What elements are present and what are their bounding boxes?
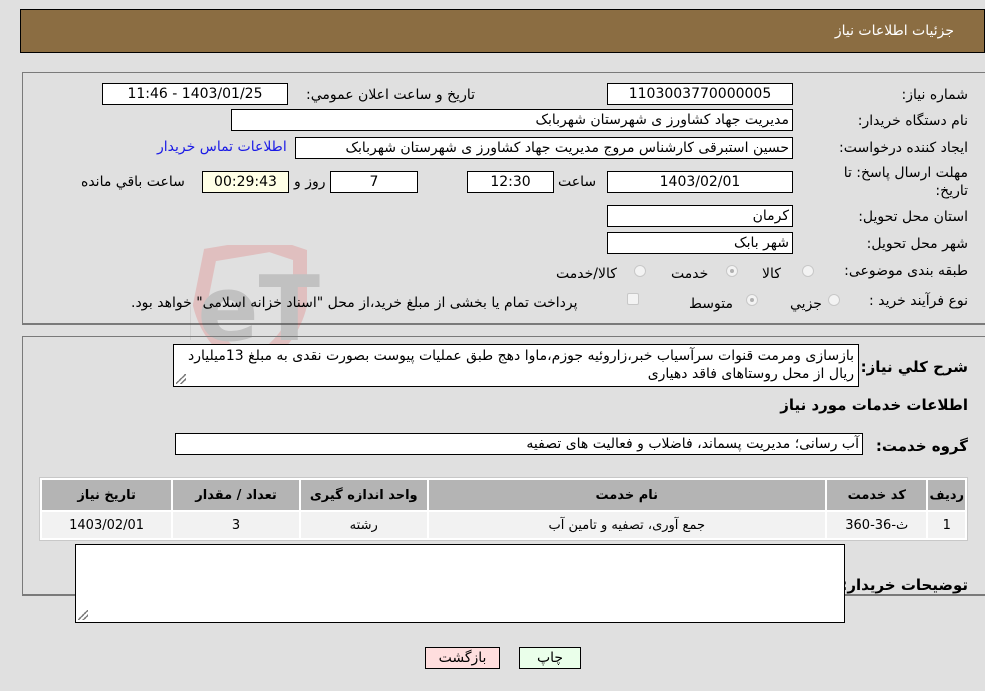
col-row-number: ردیف — [928, 480, 965, 510]
announce-datetime-label: تاریخ و ساعت اعلان عمومي: — [306, 87, 475, 103]
description-label: شرح کلي نیاز: — [860, 358, 968, 376]
need-number-field: 1103003770000005 — [607, 83, 793, 105]
service-group-label: گروه خدمت: — [875, 437, 968, 455]
deadline-time-field: 12:30 — [467, 171, 554, 193]
remaining-time-label: ساعت باقي مانده — [81, 174, 185, 190]
city-label: شهر محل تحویل: — [866, 236, 968, 252]
requester-label: ایجاد کننده درخواست: — [839, 140, 968, 156]
buyer-org-label: نام دستگاه خریدار: — [857, 113, 968, 129]
purchase-radio-minor[interactable] — [828, 294, 840, 306]
purchase-radio-medium[interactable] — [746, 294, 758, 306]
province-field: کرمان — [607, 205, 793, 227]
buyer-org-field: مدیریت جهاد کشاورز ی شهرستان شهربابک — [231, 109, 793, 131]
need-number-label: شماره نیاز: — [901, 87, 969, 103]
services-table-header: ردیف کد خدمت نام خدمت واحد اندازه گیری ت… — [42, 480, 965, 510]
col-need-date: تاریخ نیاز — [42, 480, 172, 510]
days-label: روز و — [294, 174, 326, 190]
deadline-time-label: ساعت — [558, 174, 597, 190]
services-table: ردیف کد خدمت نام خدمت واحد اندازه گیری ت… — [39, 477, 968, 541]
cell-unit: رشته — [300, 512, 427, 538]
col-service-code: کد خدمت — [827, 480, 927, 510]
deadline-label-line2: تاریخ: — [935, 183, 968, 199]
category-goods-label: کالا — [762, 266, 781, 282]
province-label: استان محل تحویل: — [858, 209, 968, 225]
cell-row-number: 1 — [928, 512, 965, 538]
col-service-name: نام خدمت — [428, 480, 826, 510]
city-field: شهر بابک — [607, 232, 793, 254]
cell-service-code: ث-36-360 — [827, 512, 927, 538]
cell-quantity: 3 — [173, 512, 299, 538]
service-group-field: آب رسانی؛ مدیریت پسماند، فاضلاب و فعالیت… — [175, 433, 863, 455]
category-service-label: خدمت — [671, 266, 709, 282]
category-label: طبقه بندی موضوعی: — [844, 263, 968, 279]
purchase-medium-label: متوسط — [689, 296, 733, 312]
treasury-payment-note: پرداخت تمام یا بخشی از مبلغ خرید،از محل … — [131, 295, 578, 311]
category-goods-service-label: کالا/خدمت — [556, 266, 617, 282]
resize-grip-icon[interactable] — [176, 374, 186, 384]
description-textarea[interactable]: بازسازی ومرمت قنوات سرآسیاب خبر،زاروئیه … — [173, 344, 859, 387]
announce-datetime-field: 1403/01/25 - 11:46 — [102, 83, 288, 105]
category-radio-goods[interactable] — [802, 265, 814, 277]
purchase-minor-label: جزیي — [790, 296, 822, 312]
description-text: بازسازی ومرمت قنوات سرآسیاب خبر،زاروئیه … — [188, 348, 854, 382]
buyer-notes-label: توضیحات خریدار: — [841, 576, 968, 594]
cell-service-name: جمع آوری، تصفیه و تامین آب — [428, 512, 826, 538]
buyer-contact-link[interactable]: اطلاعات تماس خریدار — [157, 139, 287, 155]
buyer-notes-textarea[interactable] — [75, 544, 845, 623]
table-row: 1 ث-36-360 جمع آوری، تصفیه و تامین آب رش… — [42, 512, 965, 538]
deadline-label-line1: مهلت ارسال پاسخ: تا — [843, 165, 968, 181]
page-header: جزئیات اطلاعات نیاز — [20, 9, 985, 53]
deadline-date-field: 1403/02/01 — [607, 171, 793, 193]
treasury-payment-checkbox[interactable] — [627, 293, 639, 305]
col-quantity: تعداد / مقدار — [173, 480, 299, 510]
remaining-time-field: 00:29:43 — [202, 171, 289, 193]
purchase-type-label: نوع فرآیند خرید : — [869, 293, 968, 309]
resize-grip-icon[interactable] — [78, 610, 88, 620]
print-button[interactable]: چاپ — [519, 647, 581, 669]
page-title: جزئیات اطلاعات نیاز — [834, 23, 954, 39]
back-button[interactable]: بازگشت — [425, 647, 500, 669]
category-radio-goods-service[interactable] — [634, 265, 646, 277]
requester-field: حسین استبرقی کارشناس مروج مدیریت جهاد کش… — [295, 137, 793, 159]
category-radio-service[interactable] — [726, 265, 738, 277]
services-section-title: اطلاعات خدمات مورد نیاز — [780, 396, 968, 414]
col-unit: واحد اندازه گیری — [300, 480, 427, 510]
cell-need-date: 1403/02/01 — [42, 512, 172, 538]
remaining-days-field: 7 — [330, 171, 418, 193]
